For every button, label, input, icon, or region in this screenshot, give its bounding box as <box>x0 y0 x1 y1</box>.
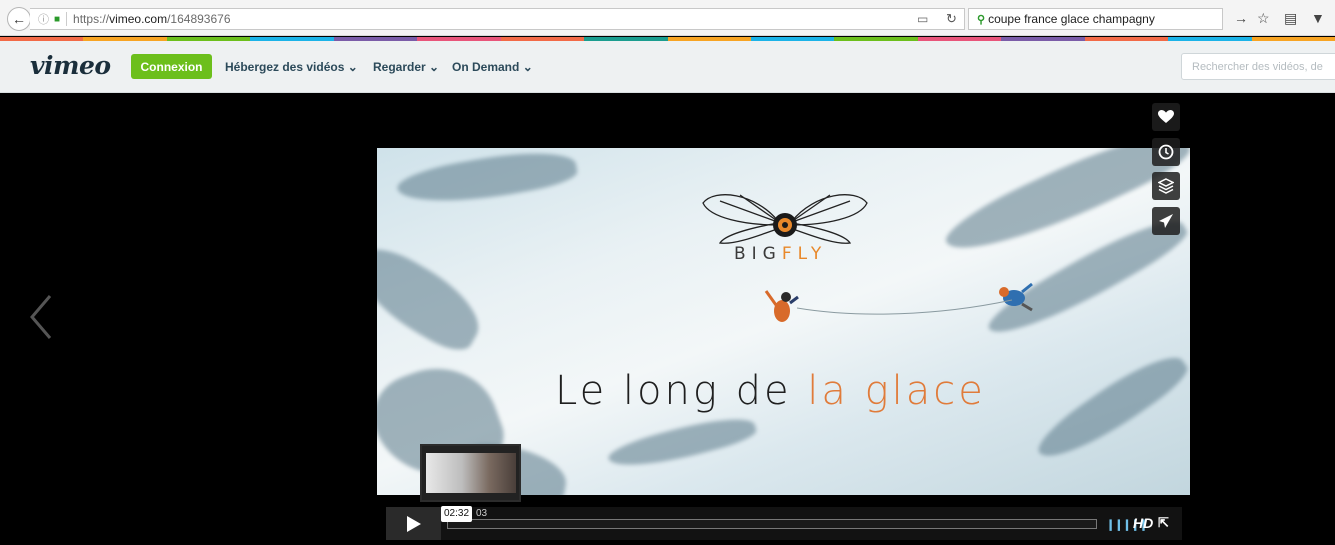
go-arrow-icon[interactable]: → <box>1234 10 1248 26</box>
chevron-down-icon: ⌄ <box>347 60 358 74</box>
site-header: vimeo Connexion Hébergez des vidéos ⌄ Re… <box>0 41 1335 93</box>
nav-watch[interactable]: Regarder ⌄ <box>373 60 439 74</box>
brand-prefix: BIG <box>734 244 782 264</box>
reader-view-icon[interactable]: ▭ <box>917 12 928 26</box>
brand-suffix: FLY <box>781 244 828 264</box>
chevron-down-icon: ⌄ <box>429 60 440 74</box>
share-button[interactable] <box>1152 207 1180 235</box>
nav-host-videos-label: Hébergez des vidéos <box>225 60 345 74</box>
site-search-input[interactable]: Rechercher des vidéos, de <box>1181 53 1335 80</box>
previous-video-icon[interactable] <box>28 292 54 342</box>
clock-icon <box>1158 144 1174 160</box>
title-orange: la glace <box>807 368 986 414</box>
rock-texture <box>394 148 580 214</box>
login-button[interactable]: Connexion <box>131 54 212 79</box>
url-prefix: https:// <box>73 12 110 26</box>
search-query: coupe france glace champagny <box>988 12 1155 26</box>
vimeo-logo[interactable]: vimeo <box>30 51 111 80</box>
nav-on-demand[interactable]: On Demand ⌄ <box>452 60 533 74</box>
video-frame[interactable]: BIGFLY Le long de la glace <box>377 148 1190 495</box>
rock-texture <box>1030 342 1190 474</box>
watch-later-button[interactable] <box>1152 138 1180 166</box>
nav-host-videos[interactable]: Hébergez des vidéos ⌄ <box>225 60 358 74</box>
paper-plane-icon <box>1159 214 1173 228</box>
climber-figure <box>764 290 799 322</box>
info-icon[interactable]: ⓘ <box>38 11 49 27</box>
hover-time-tooltip: 02:32 <box>441 506 473 522</box>
browser-toolbar: ← ⓘ ■ https://vimeo.com/164893676 ▭ ↻ ⚲ … <box>0 0 1335 36</box>
bookmarks-menu-icon[interactable]: ▤ <box>1284 10 1297 27</box>
thumbnail-image <box>426 453 516 493</box>
nav-on-demand-label: On Demand <box>452 60 520 74</box>
bookmark-star-icon[interactable]: ☆ <box>1257 10 1270 27</box>
rock-texture <box>377 237 493 359</box>
url-bar[interactable]: ⓘ ■ https://vimeo.com/164893676 <box>30 8 965 30</box>
chevron-down-icon: ⌄ <box>522 60 533 74</box>
video-title-overlay: Le long de la glace <box>555 368 986 414</box>
url-host: vimeo.com <box>109 12 168 26</box>
progress-bar[interactable] <box>447 519 1097 529</box>
back-arrow-icon[interactable]: ← <box>7 7 31 31</box>
lock-icon: ■ <box>54 13 61 25</box>
scrub-preview-thumbnail <box>420 444 521 502</box>
rock-texture <box>605 409 759 477</box>
search-engine-icon: ⚲ <box>977 13 986 26</box>
reload-icon[interactable]: ↻ <box>946 11 957 27</box>
url-path: /164893676 <box>167 12 231 26</box>
browser-search-field[interactable]: ⚲ coupe france glace champagny <box>968 8 1223 30</box>
nav-watch-label: Regarder <box>373 60 426 74</box>
pocket-icon[interactable]: ▼ <box>1311 10 1325 26</box>
play-button[interactable] <box>386 507 441 540</box>
play-icon <box>406 515 421 532</box>
fullscreen-icon[interactable]: ⇱ <box>1158 515 1169 531</box>
layers-icon <box>1158 178 1174 194</box>
url-separator <box>66 12 68 26</box>
rope-line <box>797 299 1013 315</box>
like-button[interactable] <box>1152 103 1180 131</box>
collections-button[interactable] <box>1152 172 1180 200</box>
bigfly-wordmark: BIGFLY <box>734 244 827 264</box>
total-time-fragment: 03 <box>476 508 488 519</box>
title-dark: Le long de <box>555 368 808 414</box>
heart-icon <box>1158 110 1174 123</box>
hd-toggle[interactable]: HD <box>1133 515 1153 531</box>
